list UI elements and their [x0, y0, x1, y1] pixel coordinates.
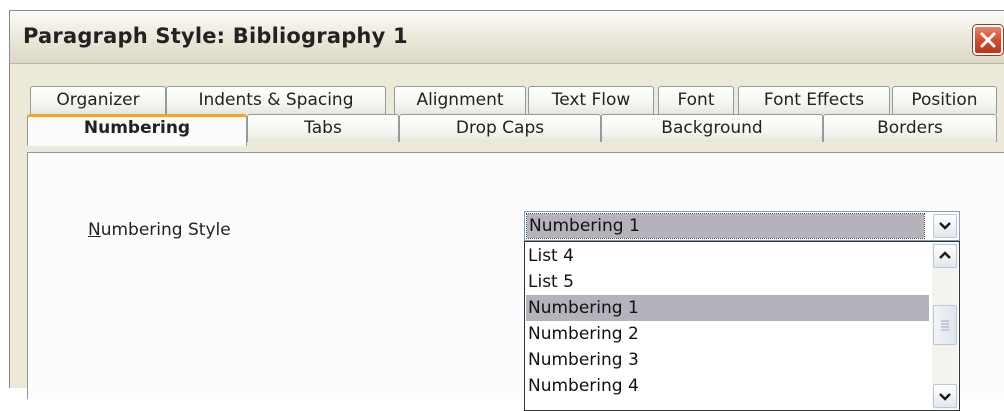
- tab-indents-spacing[interactable]: Indents & Spacing: [166, 86, 386, 114]
- close-icon: [980, 32, 996, 48]
- tab-borders[interactable]: Borders: [823, 114, 997, 142]
- numbering-style-dropdown-list: List 4 List 5 Numbering 1 Numbering 2 Nu…: [524, 241, 960, 411]
- list-item[interactable]: List 5: [526, 269, 929, 295]
- tab-position[interactable]: Position: [892, 86, 997, 114]
- scroll-up-button[interactable]: [933, 244, 957, 268]
- numbering-style-value: Numbering 1: [526, 213, 925, 239]
- tab-font-effects[interactable]: Font Effects: [738, 86, 890, 114]
- numbering-style-select[interactable]: Numbering 1: [524, 211, 960, 241]
- tab-organizer[interactable]: Organizer: [30, 86, 166, 114]
- tab-row-upper: Organizer Indents & Spacing Alignment Te…: [10, 86, 1004, 115]
- scroll-down-button[interactable]: [933, 384, 957, 408]
- window-title: Paragraph Style: Bibliography 1: [23, 24, 408, 48]
- tab-numbering[interactable]: Numbering: [27, 114, 247, 146]
- title-bar[interactable]: Paragraph Style: Bibliography 1: [10, 11, 1004, 64]
- numbering-tab-panel: Numbering Style Numbering 1 List 4 List …: [27, 152, 1004, 411]
- list-item[interactable]: Numbering 3: [526, 347, 929, 373]
- list-item-selected[interactable]: Numbering 1: [526, 295, 929, 321]
- tab-background[interactable]: Background: [601, 114, 823, 142]
- chevron-up-icon: [939, 251, 951, 259]
- numbering-style-label: Numbering Style: [88, 220, 231, 240]
- tab-font[interactable]: Font: [658, 86, 734, 114]
- dropdown-toggle-button[interactable]: [933, 214, 957, 238]
- close-button[interactable]: [972, 24, 1004, 56]
- tab-alignment[interactable]: Alignment: [394, 86, 526, 114]
- paragraph-style-dialog: Paragraph Style: Bibliography 1 Organize…: [9, 10, 1004, 411]
- scrollbar-thumb[interactable]: [933, 305, 957, 345]
- tab-text-flow[interactable]: Text Flow: [528, 86, 654, 114]
- tab-drop-caps[interactable]: Drop Caps: [399, 114, 601, 142]
- list-item[interactable]: Numbering 4: [526, 373, 929, 399]
- tab-tabs[interactable]: Tabs: [247, 114, 399, 142]
- chevron-down-icon: [939, 393, 951, 401]
- vertical-scrollbar[interactable]: [932, 243, 958, 409]
- grip-icon: [941, 320, 949, 331]
- chevron-down-icon: [939, 222, 951, 230]
- list-item[interactable]: List 4: [526, 243, 929, 269]
- list-item[interactable]: Numbering 2: [526, 321, 929, 347]
